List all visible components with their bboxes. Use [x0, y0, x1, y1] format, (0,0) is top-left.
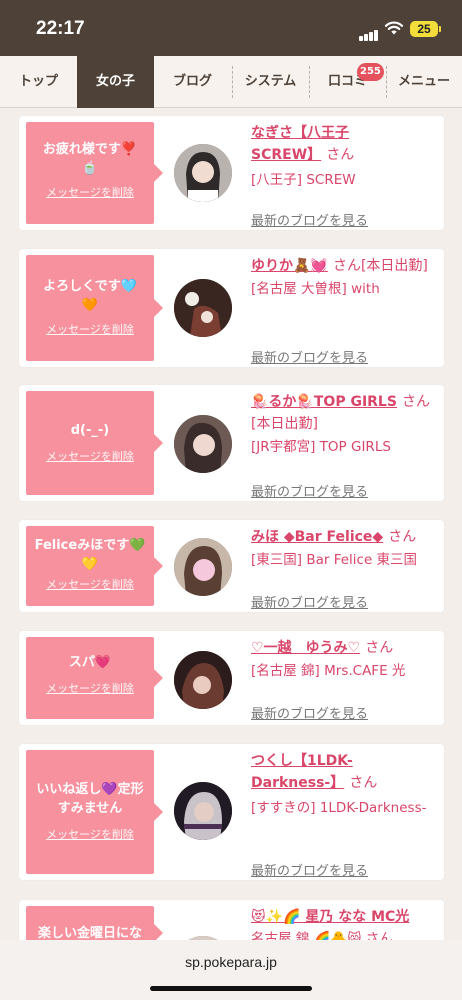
signal-icon [359, 22, 379, 41]
delete-message-link[interactable]: メッセージを削除 [26, 576, 154, 592]
latest-blog-link[interactable]: 最新のブログを見る [251, 592, 368, 611]
browser-url-bar[interactable]: sp.pokepara.jp [0, 940, 462, 1000]
delete-message-link[interactable]: メッセージを削除 [26, 184, 154, 200]
honorific: さん [349, 775, 378, 791]
girl-name-link[interactable]: つくし【1LDK- [251, 753, 353, 769]
shop-name: [すすきの] 1LDK-Darkness- [251, 800, 427, 816]
avatar[interactable] [174, 279, 232, 337]
latest-blog-link[interactable]: 最新のブログを見る [251, 860, 368, 879]
list-item: Feliceみほです💚 💛 メッセージを削除 みほ ◆Bar Felice◆ さ… [19, 520, 444, 612]
avatar[interactable] [174, 144, 232, 202]
clock: 22:17 [36, 18, 85, 39]
url-text: sp.pokepara.jp [185, 954, 277, 970]
latest-blog-link[interactable]: 最新のブログを見る [251, 481, 368, 500]
list-item: よろしくです🩵 🧡 メッセージを削除 ゆりか🧸💓 さん[本日出勤] [名古屋 大… [19, 249, 444, 367]
shop-name: [名古屋 大曽根] with [251, 281, 380, 297]
honorific: さん [326, 147, 355, 163]
girl-name-link[interactable]: みほ ◆Bar Felice◆ [251, 529, 383, 545]
avatar[interactable] [174, 782, 232, 840]
girl-name-link[interactable]: ♡一越 ゆうみ♡ [251, 640, 360, 656]
avatar[interactable] [174, 415, 232, 473]
message-bubble: いいね返し💜定形 すみません メッセージを削除 [26, 750, 163, 874]
message-text: いいね返し💜定形 [36, 782, 144, 797]
shop-name: [JR宇都宮] TOP GIRLS [251, 439, 391, 455]
message-bubble: Feliceみほです💚 💛 メッセージを削除 [26, 526, 163, 606]
message-text: d(-_-) [70, 423, 110, 438]
message-text: 🧡 [81, 298, 99, 313]
latest-blog-link[interactable]: 最新のブログを見る [251, 210, 368, 229]
tab-blog[interactable]: ブログ [154, 56, 231, 108]
shop-name: [八王子] SCREW [251, 172, 356, 188]
tab-menu[interactable]: メニュー [386, 56, 462, 108]
message-text: よろしくです🩵 [43, 279, 137, 294]
status-bar: 22:17 25 [0, 0, 462, 56]
delete-message-link[interactable]: メッセージを削除 [26, 448, 154, 464]
avatar[interactable] [174, 651, 232, 709]
avatar[interactable] [174, 538, 232, 596]
list-item: スパ💗 メッセージを削除 ♡一越 ゆうみ♡ さん [名古屋 錦] Mrs.CAF… [19, 631, 444, 725]
review-count-badge: 255 [357, 63, 384, 81]
girl-name-link[interactable]: 😻✨🌈 星乃 なな MC光 [251, 909, 409, 925]
tab-top[interactable]: トップ [0, 56, 77, 108]
girl-name-link[interactable]: Darkness-】 [251, 775, 344, 791]
message-bubble: d(-_-) メッセージを削除 [26, 391, 163, 495]
delete-message-link[interactable]: メッセージを削除 [26, 321, 154, 337]
home-indicator [150, 986, 312, 991]
message-bubble: スパ💗 メッセージを削除 [26, 637, 163, 719]
girl-name-link[interactable]: ゆりか🧸💓 [251, 258, 328, 274]
message-text: 💛 [81, 557, 99, 572]
honorific: さん [388, 529, 417, 545]
list-item: お疲れ様です❣️ 🍵 メッセージを削除 なぎさ【八王子 SCREW】 さん [八… [19, 116, 444, 230]
latest-blog-link[interactable]: 最新のブログを見る [251, 703, 368, 722]
delete-message-link[interactable]: メッセージを削除 [26, 680, 154, 696]
message-text: お疲れ様です❣️ [42, 142, 138, 157]
message-text: 🍵 [81, 161, 99, 176]
shop-name: [名古屋 錦] Mrs.CAFE 光 [251, 663, 406, 679]
girl-name-link[interactable]: 🪼るか🪼TOP GIRLS [251, 394, 397, 410]
honorific: さん[本日出勤] [332, 258, 428, 274]
list-item: いいね返し💜定形 すみません メッセージを削除 つくし【1LDK- Darkne… [19, 744, 444, 880]
message-text: スパ💗 [68, 655, 112, 670]
girl-name-link[interactable]: なぎさ【八王子 [251, 125, 349, 141]
honorific: さん [365, 640, 394, 656]
tab-girls[interactable]: 女の子 [77, 56, 154, 108]
wifi-icon [384, 21, 404, 35]
message-text: Feliceみほです💚 [34, 538, 146, 553]
shop-name: [東三国] Bar Felice 東三国 [251, 552, 418, 568]
main-nav: トップ 女の子 ブログ システム 口コミ メニュー 255 [0, 56, 462, 108]
message-bubble: よろしくです🩵 🧡 メッセージを削除 [26, 255, 163, 361]
battery-icon: 25 [410, 21, 441, 37]
girl-name-link[interactable]: SCREW】 [251, 147, 321, 163]
tab-system[interactable]: システム [232, 56, 309, 108]
message-text: すみません [57, 801, 123, 816]
message-bubble: お疲れ様です❣️ 🍵 メッセージを削除 [26, 122, 163, 224]
list-item: d(-_-) メッセージを削除 🪼るか🪼TOP GIRLS さん[本日出勤] [… [19, 385, 444, 501]
latest-blog-link[interactable]: 最新のブログを見る [251, 347, 368, 366]
delete-message-link[interactable]: メッセージを削除 [26, 826, 154, 842]
